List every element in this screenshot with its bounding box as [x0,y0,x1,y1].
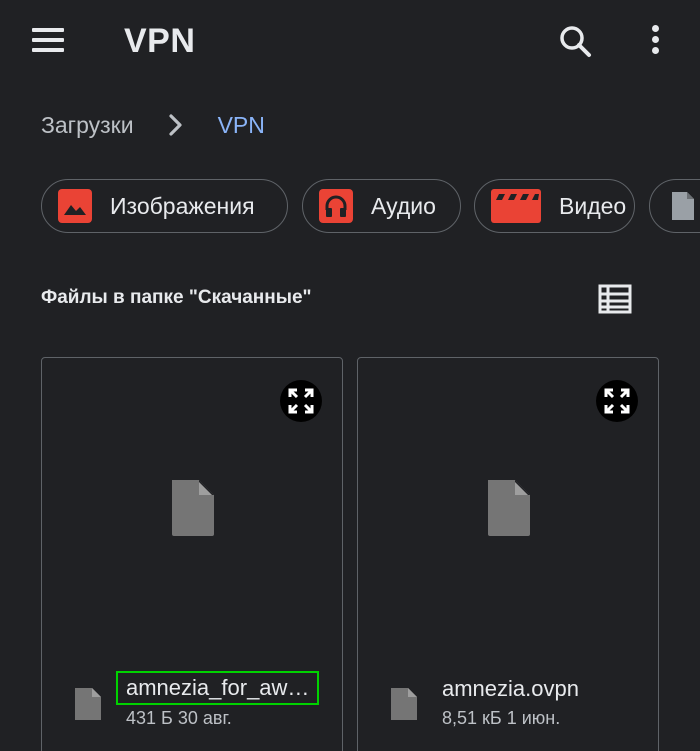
breadcrumb: Загрузки VPN [41,110,265,140]
more-vert-icon[interactable] [640,22,670,62]
chip-label: Аудио [371,192,436,219]
list-view-icon[interactable] [598,283,632,315]
file-thumbnail-icon [168,478,216,538]
chip-video[interactable]: Видео [474,179,635,233]
chip-documents[interactable] [649,179,700,233]
category-chips: Изображения Аудио Видео [41,179,700,233]
breadcrumb-current[interactable]: VPN [218,112,265,139]
file-card[interactable]: amnezia_for_aw… 431 Б 30 авг. [41,357,343,751]
expand-icon[interactable] [596,380,638,422]
chip-label: Видео [559,192,627,219]
chevron-right-icon [160,110,190,140]
breadcrumb-root[interactable]: Загрузки [41,112,134,139]
file-name: amnezia.ovpn [442,676,579,701]
page-title: VPN [124,22,196,60]
app-bar: VPN [0,0,700,84]
hamburger-menu-icon[interactable] [30,28,66,56]
file-name: amnezia_for_aw… [116,671,320,705]
file-icon [73,686,103,722]
file-meta: 431 Б 30 авг. [126,708,232,728]
search-icon[interactable] [556,22,596,62]
document-icon [666,189,700,223]
file-thumbnail-icon [484,478,532,538]
chip-images[interactable]: Изображения [41,179,288,233]
expand-icon[interactable] [280,380,322,422]
section-title: Файлы в папке "Скачанные" [41,287,312,308]
file-icon [389,686,419,722]
movie-icon [491,189,541,223]
chip-label: Изображения [110,192,255,219]
chip-audio[interactable]: Аудио [302,179,461,233]
headphones-icon [319,189,353,223]
file-meta: 8,51 кБ 1 июн. [442,708,561,728]
image-icon [58,189,92,223]
file-card[interactable]: amnezia.ovpn 8,51 кБ 1 июн. [357,357,659,751]
